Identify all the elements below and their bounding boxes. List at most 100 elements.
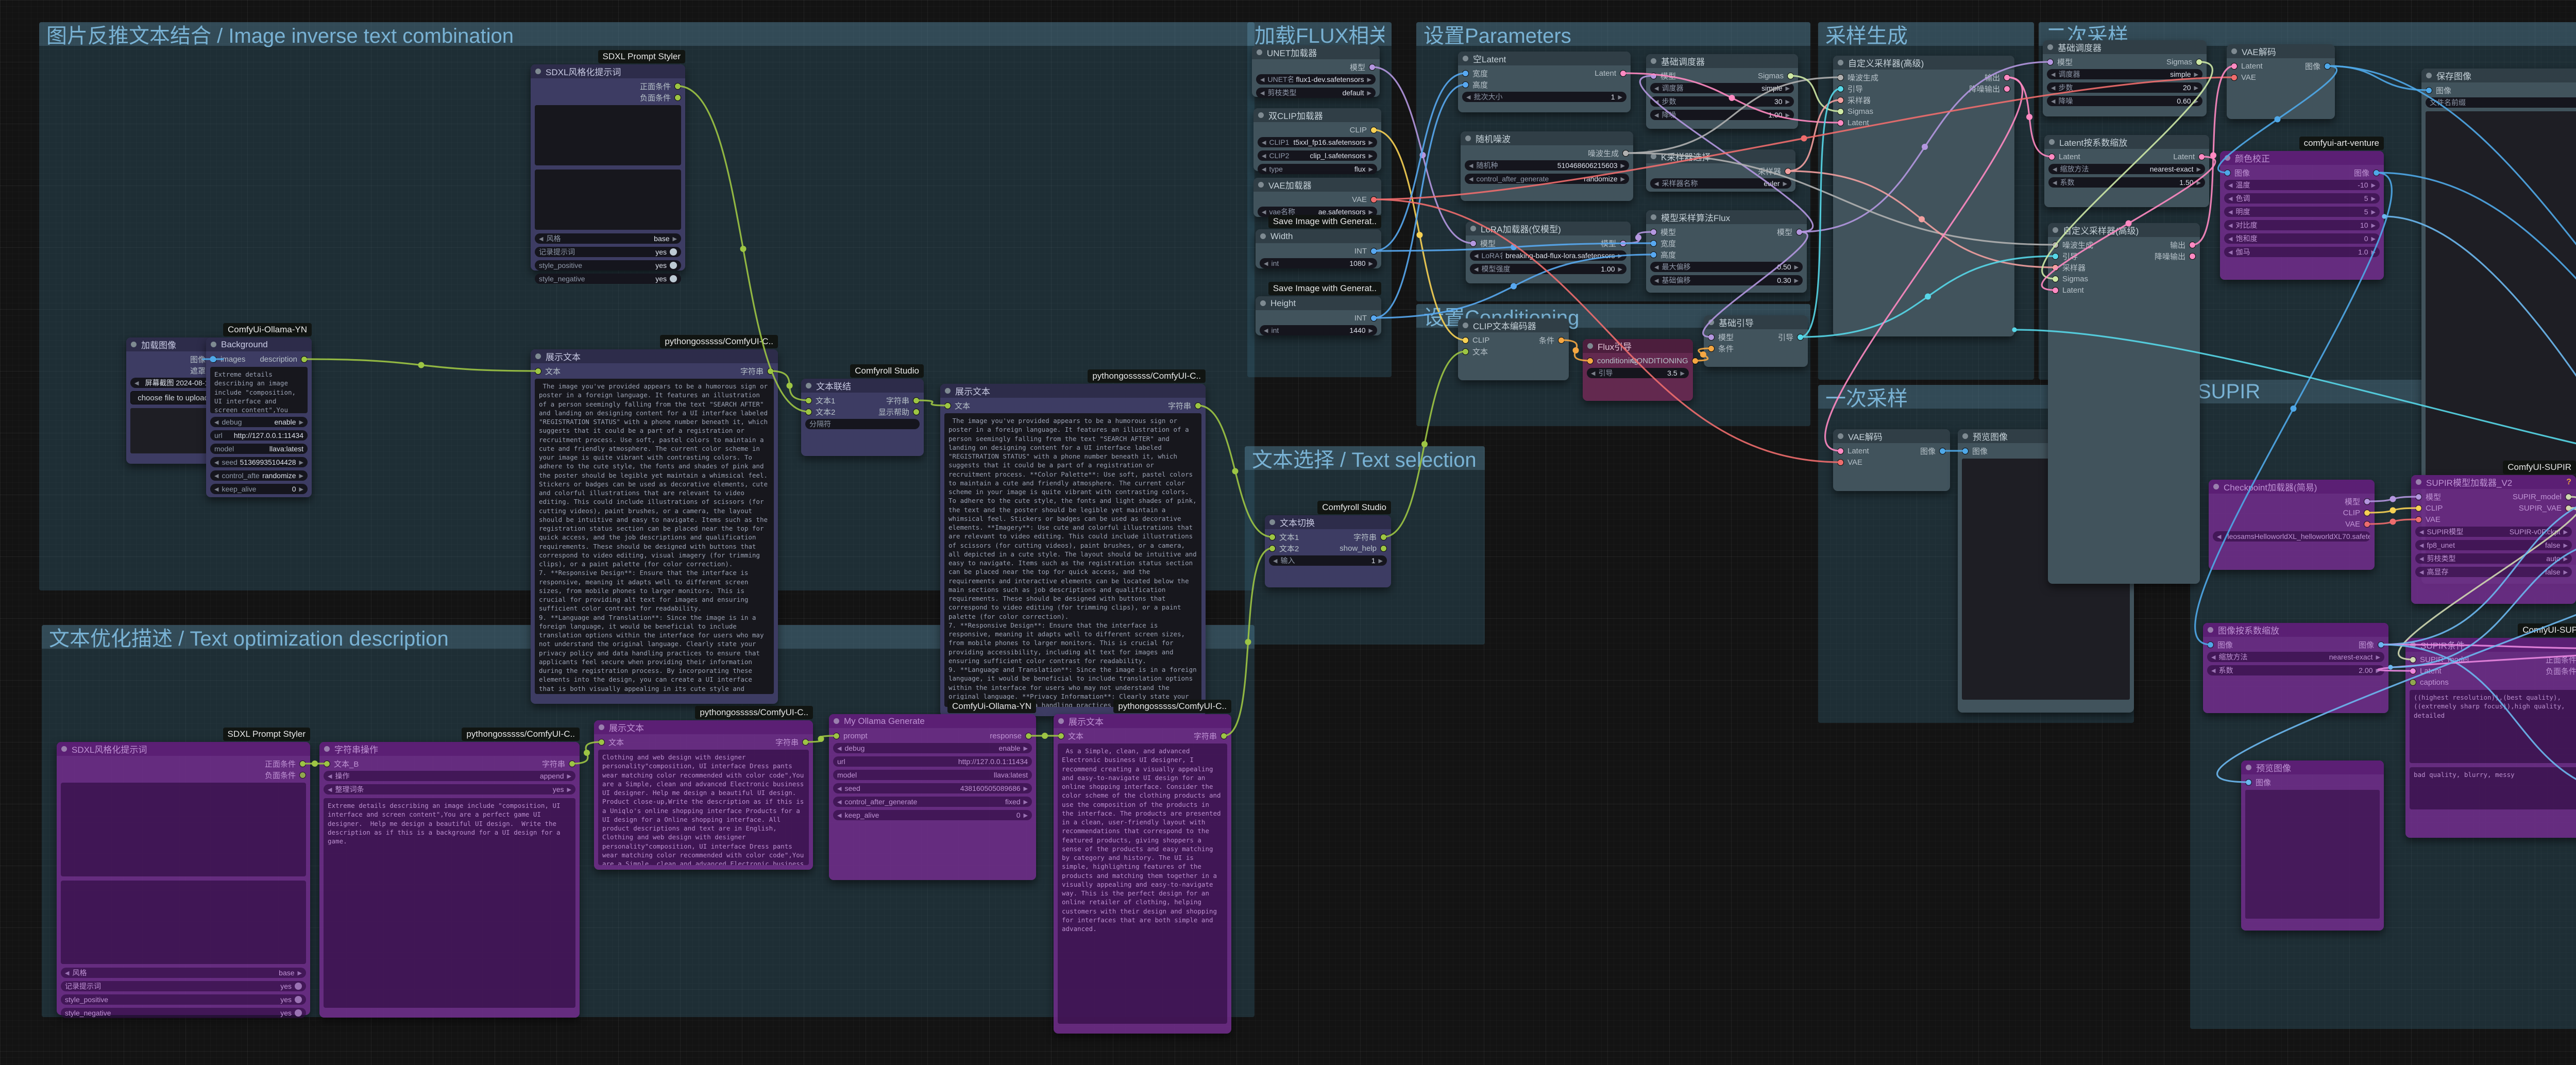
- node-文本联结[interactable]: Comfyroll Studio 文本联结 文本1 字符串 文本2 显示帮助 分隔符: [801, 364, 924, 456]
- input-port-dot-icon[interactable]: [1650, 251, 1657, 258]
- widget-UNET名称[interactable]: ◀UNET名称flux1-dev.safetensors▶: [1256, 74, 1376, 84]
- text-area[interactable]: [61, 783, 306, 876]
- combo-right-arrow-icon[interactable]: ▶: [2564, 555, 2568, 562]
- input-port-dot-icon[interactable]: [2047, 58, 2054, 65]
- combo-right-arrow-icon[interactable]: ▶: [1367, 90, 1371, 96]
- collapse-dot-icon[interactable]: [1708, 319, 1714, 325]
- output-port-dot-icon[interactable]: [913, 408, 920, 415]
- collapse-dot-icon[interactable]: [834, 718, 839, 724]
- widget-seed[interactable]: ◀ seed 51369935104428 ▶: [210, 457, 308, 467]
- text-area[interactable]: The image you've provided appears to be …: [944, 413, 1201, 707]
- input-port-dot-icon[interactable]: [1837, 119, 1844, 126]
- input-port-dot-icon[interactable]: [2048, 153, 2055, 160]
- widget-风格[interactable]: ◀ 风格 base ▶: [61, 968, 306, 978]
- combo-left-arrow-icon[interactable]: ◀: [1264, 327, 1268, 334]
- combo-right-arrow-icon[interactable]: ▶: [2371, 195, 2376, 202]
- combo-left-arrow-icon[interactable]: ◀: [1262, 209, 1266, 215]
- widget-饱和度[interactable]: ◀ 饱和度 0 ▶: [2224, 233, 2380, 244]
- widget-CLIP1[interactable]: ◀ CLIP1 t5xxl_fp16.safetensors ▶: [1258, 137, 1377, 147]
- input-port-dot-icon[interactable]: [1837, 96, 1844, 104]
- input-port-dot-icon[interactable]: [2052, 264, 2059, 271]
- combo-left-arrow-icon[interactable]: ◀: [2228, 235, 2232, 242]
- collapse-dot-icon[interactable]: [2225, 155, 2230, 161]
- combo-right-arrow-icon[interactable]: ▶: [1369, 139, 1373, 146]
- combo-right-arrow-icon[interactable]: ▶: [1024, 745, 1028, 752]
- input-port-dot-icon[interactable]: [805, 397, 812, 404]
- output-port[interactable]: VAE: [2345, 520, 2370, 529]
- output-port[interactable]: CONDITIONING: [1631, 357, 1699, 365]
- collapse-dot-icon[interactable]: [2416, 479, 2421, 485]
- node-Latent按系数缩放[interactable]: Latent按系数缩放 Latent Latent ◀ 缩放方法 nearest-exac…: [2044, 135, 2209, 207]
- widget-文件名前缀[interactable]: 文件名前缀ComfyUI: [2426, 97, 2576, 108]
- input-port[interactable]: Latent: [2052, 286, 2084, 295]
- output-port-dot-icon[interactable]: [1380, 545, 1387, 552]
- output-port-dot-icon[interactable]: [2364, 498, 2370, 505]
- group-header[interactable]: 图片反推文本结合 / Image inverse text combinatio…: [39, 22, 1255, 47]
- output-port-dot-icon[interactable]: [1195, 402, 1201, 409]
- input-port-dot-icon[interactable]: [598, 738, 605, 746]
- combo-right-arrow-icon[interactable]: ▶: [1786, 98, 1790, 105]
- input-port-dot-icon[interactable]: [2415, 504, 2422, 512]
- combo-left-arrow-icon[interactable]: ◀: [2051, 84, 2055, 91]
- collapse-dot-icon[interactable]: [1838, 433, 1843, 439]
- widget-明度[interactable]: ◀ 明度 5 ▶: [2224, 207, 2380, 217]
- widget-style_positive[interactable]: style_positive yes: [535, 260, 681, 271]
- output-port[interactable]: Latent: [2173, 153, 2205, 161]
- input-port-dot-icon[interactable]: [1462, 81, 1469, 88]
- combo-left-arrow-icon[interactable]: ◀: [214, 472, 218, 479]
- node-header[interactable]: Latent按系数缩放: [2044, 135, 2209, 149]
- combo-left-arrow-icon[interactable]: ◀: [2228, 222, 2232, 229]
- input-port[interactable]: conditioning: [1587, 357, 1638, 365]
- widget-剪枝类型[interactable]: ◀ 剪枝类型 auto ▶: [2415, 553, 2572, 564]
- collapse-dot-icon[interactable]: [61, 746, 67, 752]
- output-port[interactable]: response: [990, 732, 1032, 740]
- collapse-dot-icon[interactable]: [1651, 214, 1656, 220]
- widget-对比度[interactable]: ◀ 对比度 10 ▶: [2224, 220, 2380, 230]
- combo-left-arrow-icon[interactable]: ◀: [1654, 112, 1658, 119]
- widget-control_after_generate[interactable]: ◀ control_after_generate fixed ▶: [833, 797, 1032, 807]
- combo-left-arrow-icon[interactable]: ◀: [2419, 529, 2424, 535]
- widget-CLIP2[interactable]: ◀ CLIP2 clip_l.safetensors ▶: [1258, 150, 1377, 161]
- node-header[interactable]: Checkpoint加载器(简易): [2209, 480, 2375, 494]
- combo-left-arrow-icon[interactable]: ◀: [2053, 166, 2057, 173]
- output-port[interactable]: 负面条件: [265, 770, 306, 781]
- input-port-dot-icon[interactable]: [1837, 74, 1844, 81]
- input-port-dot-icon[interactable]: [1470, 240, 1477, 247]
- toggle-icon[interactable]: [295, 996, 302, 1003]
- output-port-dot-icon[interactable]: [1787, 72, 1794, 79]
- combo-right-arrow-icon[interactable]: ▶: [1618, 266, 1622, 273]
- collapse-dot-icon[interactable]: [1962, 433, 1968, 439]
- combo-left-arrow-icon[interactable]: ◀: [214, 486, 218, 493]
- widget-降噪[interactable]: ◀ 降噪 1.00 ▶: [1650, 110, 1794, 120]
- combo-left-arrow-icon[interactable]: ◀: [134, 380, 139, 386]
- widget-图像[interactable]: ◀图像屏幕截图 2024-08-16 150646.png▶: [130, 378, 216, 388]
- output-port-dot-icon[interactable]: [802, 738, 809, 746]
- output-port[interactable]: 降噪输出: [2155, 251, 2196, 262]
- widget-control_after_generate[interactable]: ◀ control_after_generaterandomize▶: [210, 470, 308, 481]
- input-port-dot-icon[interactable]: [2052, 275, 2059, 282]
- node-SUPIR条件[interactable]: ComfyUI-SUPIRSUPIR条件?SUPIR_model正面条件Late…: [2405, 623, 2576, 838]
- node-header[interactable]: SUPIR模型加载器_V2?: [2411, 475, 2576, 489]
- widget-url[interactable]: url http://127.0.0.1:11434: [833, 756, 1032, 767]
- output-port[interactable]: CLIP: [1350, 126, 1377, 134]
- node-header[interactable]: 展示文本: [1054, 714, 1231, 728]
- widget-伽马[interactable]: ◀ 伽马 1.0 ▶: [2224, 247, 2380, 257]
- node-Background[interactable]: ComfyUi-Ollama-YN Background images descrip…: [206, 323, 312, 497]
- combo-left-arrow-icon[interactable]: ◀: [2228, 182, 2232, 189]
- input-port[interactable]: 文本: [1058, 731, 1083, 741]
- node-header[interactable]: Background: [206, 337, 312, 351]
- toggle-icon[interactable]: [295, 983, 302, 990]
- toggle-icon[interactable]: [670, 275, 677, 282]
- text-area[interactable]: Extreme details describing an image incl…: [210, 367, 308, 413]
- combo-left-arrow-icon[interactable]: ◀: [2211, 654, 2215, 661]
- combo-left-arrow-icon[interactable]: ◀: [2211, 667, 2215, 674]
- input-port[interactable]: 文本2: [805, 407, 835, 417]
- collapse-dot-icon[interactable]: [1463, 323, 1468, 328]
- input-port[interactable]: 模型: [1650, 227, 1676, 238]
- combo-left-arrow-icon[interactable]: ◀: [1474, 252, 1478, 259]
- output-port[interactable]: Sigmas: [1758, 72, 1794, 80]
- collapse-dot-icon[interactable]: [131, 342, 137, 347]
- input-port[interactable]: 模型: [2047, 57, 2073, 67]
- combo-left-arrow-icon[interactable]: ◀: [1469, 162, 1473, 169]
- node-header[interactable]: 基础调度器: [1646, 54, 1798, 68]
